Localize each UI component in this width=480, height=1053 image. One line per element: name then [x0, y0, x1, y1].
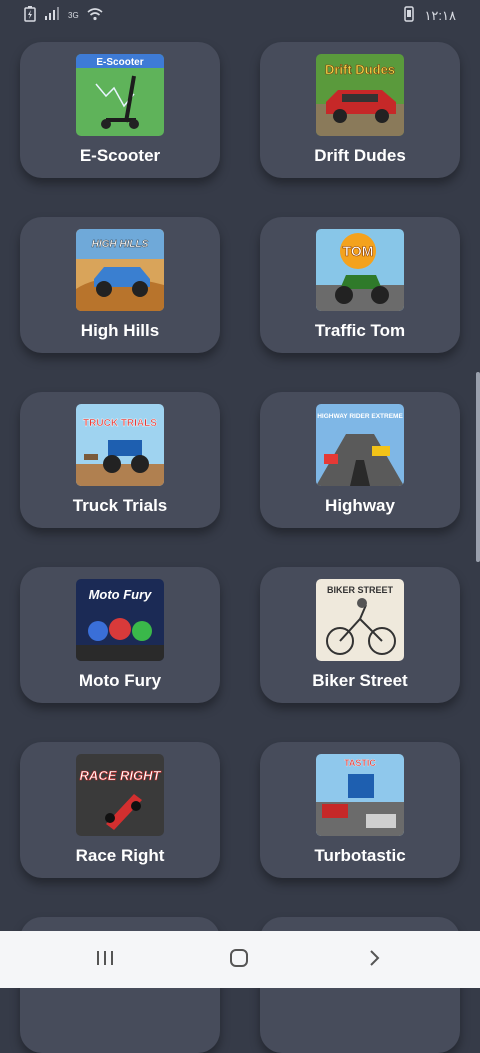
- game-thumbnail-e-scooter: E-Scooter: [76, 54, 164, 136]
- game-title: Moto Fury: [78, 671, 162, 690]
- thumb-text-drift-dudes: Drift Dudes: [325, 62, 395, 77]
- home-icon: [229, 948, 249, 973]
- game-thumbnail-traffic-tom: TOM: [316, 229, 404, 311]
- game-card-highway[interactable]: HIGHWAY RIDER EXTREME Highway: [260, 392, 460, 528]
- clock: ١٢:١٨: [424, 7, 456, 23]
- game-card-moto-fury[interactable]: Moto Fury Moto Fury: [20, 567, 220, 703]
- game-thumbnail-race-right: RACE RIGHT: [76, 754, 164, 836]
- game-title: Turbotastic: [314, 846, 406, 865]
- game-thumbnail-high-hills: HIGH HILLS: [76, 229, 164, 311]
- game-card-race-right[interactable]: RACE RIGHT Race Right: [20, 742, 220, 878]
- game-title: Truck Trials: [72, 496, 168, 515]
- game-thumbnail-drift-dudes: Drift Dudes: [316, 54, 404, 136]
- game-title: Traffic Tom: [314, 321, 406, 340]
- game-title: Race Right: [75, 846, 165, 865]
- game-card-turbotastic[interactable]: TASTIC Turbotastic: [260, 742, 460, 878]
- game-title: E-Scooter: [79, 146, 161, 165]
- game-title: Highway: [325, 496, 395, 515]
- game-card-biker-street[interactable]: BIKER STREET Biker Street: [260, 567, 460, 703]
- phone-icon: [404, 6, 415, 25]
- thumb-text-moto-fury: Moto Fury: [89, 587, 153, 602]
- network-type-label: 3G: [68, 11, 79, 20]
- game-card-traffic-tom[interactable]: TOM Traffic Tom: [260, 217, 460, 353]
- game-thumbnail-moto-fury: Moto Fury: [76, 579, 164, 661]
- signal-icon: [44, 7, 60, 24]
- game-title: Drift Dudes: [314, 146, 406, 165]
- game-card-high-hills[interactable]: HIGH HILLS High Hills: [20, 217, 220, 353]
- game-thumbnail-biker-street: BIKER STREET: [316, 579, 404, 661]
- wifi-icon: [87, 7, 103, 24]
- recent-apps-button[interactable]: [85, 945, 125, 975]
- game-thumbnail-turbotastic: TASTIC: [316, 754, 404, 836]
- thumb-text-race-right: RACE RIGHT: [80, 768, 162, 783]
- scrollbar[interactable]: [476, 372, 480, 562]
- game-thumbnail-highway: HIGHWAY RIDER EXTREME: [316, 404, 404, 486]
- thumb-text-e-scooter: E-Scooter: [96, 57, 143, 68]
- game-card-drift-dudes[interactable]: Drift Dudes Drift Dudes: [260, 42, 460, 178]
- status-bar: 3G ١٢:١٨: [0, 0, 480, 30]
- game-thumbnail-truck-trials: TRUCK TRIALS: [76, 404, 164, 486]
- navigation-bar: [0, 931, 480, 988]
- game-card-e-scooter[interactable]: E-Scooter E-Scooter: [20, 42, 220, 178]
- battery-icon: [24, 6, 36, 25]
- thumb-text-biker-street: BIKER STREET: [327, 585, 394, 595]
- thumb-text-turbotastic: TASTIC: [344, 758, 376, 768]
- game-title: Biker Street: [312, 671, 408, 690]
- game-card-truck-trials[interactable]: TRUCK TRIALS Truck Trials: [20, 392, 220, 528]
- game-title: High Hills: [80, 321, 160, 340]
- home-button[interactable]: [219, 945, 259, 975]
- back-button[interactable]: [354, 945, 394, 975]
- thumb-text-highway: HIGHWAY RIDER EXTREME: [317, 413, 403, 420]
- thumb-text-truck-trials: TRUCK TRIALS: [83, 418, 157, 429]
- thumb-text-high-hills: HIGH HILLS: [92, 239, 149, 250]
- thumb-text-traffic-tom: TOM: [343, 243, 374, 259]
- recent-apps-icon: [95, 949, 115, 972]
- back-icon: [367, 948, 381, 973]
